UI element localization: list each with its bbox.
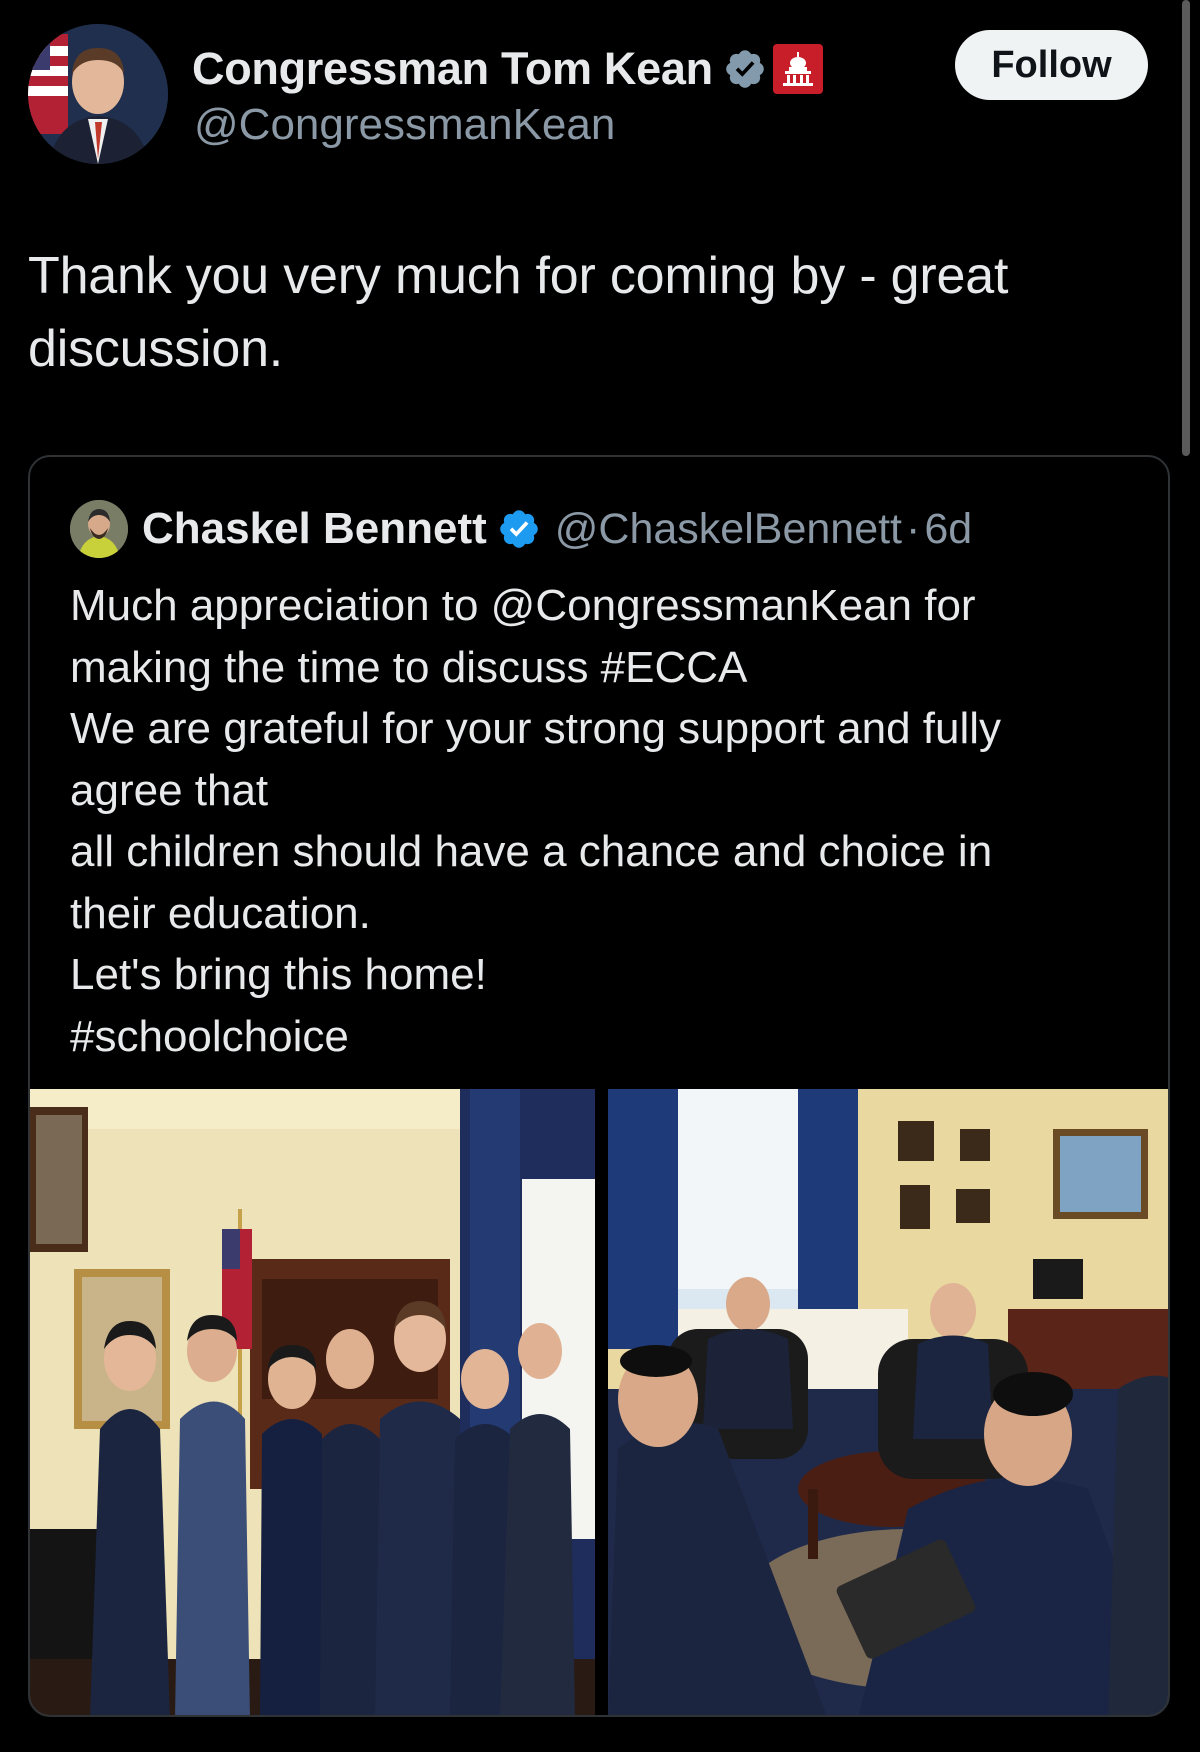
author-display-name[interactable]: Congressman Tom Kean (192, 43, 713, 95)
tweet-header: Congressman Tom Kean @CongressmanKean Fo… (28, 24, 1148, 169)
quoted-text-line: all children should have a chance and ch… (70, 827, 993, 876)
quoted-author-name[interactable]: Chaskel Bennett (142, 504, 487, 554)
separator-dot: · (906, 504, 921, 553)
quoted-text-line: Let's bring this home! (70, 950, 487, 999)
quoted-tweet-header: Chaskel Bennett @ChaskelBennett · 6d (70, 499, 972, 559)
quoted-text-line: agree that (70, 765, 269, 815)
follow-button[interactable]: Follow (955, 30, 1148, 100)
author-avatar[interactable] (28, 24, 168, 164)
quoted-text-line: their education. (70, 888, 371, 938)
quoted-author-handle[interactable]: @ChaskelBennett (555, 505, 902, 554)
quoted-author-avatar[interactable] (70, 500, 128, 558)
author-handle[interactable]: @CongressmanKean (194, 100, 615, 150)
group-photo[interactable] (30, 1089, 595, 1715)
verified-badge-blue-icon[interactable] (497, 507, 541, 551)
quoted-tweet-card[interactable]: Chaskel Bennett @ChaskelBennett · 6d Muc… (28, 455, 1170, 1717)
us-capitol-badge-icon[interactable] (772, 44, 823, 94)
tweet-text: Thank you very much for coming by - grea… (28, 247, 1009, 378)
quoted-text-line: #schoolchoice (70, 1011, 349, 1061)
scrollbar[interactable] (1182, 0, 1190, 456)
quoted-tweet-text: Much appreciation to @CongressmanKean fo… (70, 575, 1130, 1067)
verified-badge-gray-icon[interactable] (723, 47, 767, 91)
author-name-row: Congressman Tom Kean (192, 40, 823, 98)
quoted-text-line: making the time to discuss #ECCA (70, 642, 748, 692)
office-meeting-photo[interactable] (608, 1089, 1168, 1715)
quoted-tweet-media (30, 1089, 1168, 1715)
quoted-tweet-time[interactable]: 6d (924, 505, 972, 554)
quoted-text-line: Much appreciation to @CongressmanKean fo… (70, 581, 976, 630)
quoted-text-line: We are grateful for your strong support … (70, 704, 1002, 753)
